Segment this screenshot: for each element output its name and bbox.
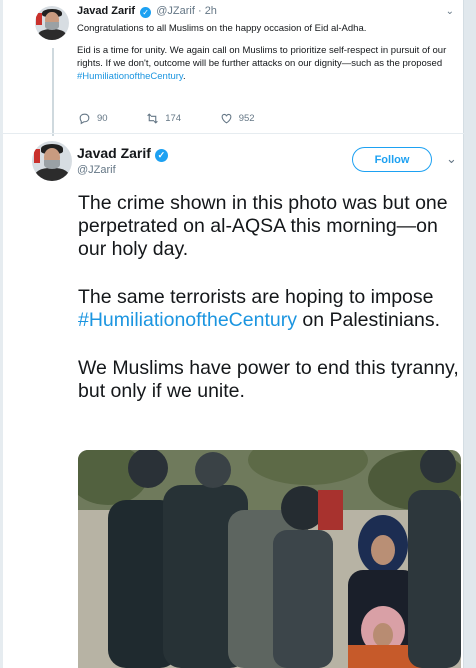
reply-count: 90 — [97, 113, 108, 124]
author-name-row: Javad Zarif ✓ — [77, 145, 170, 162]
separator-dot: · — [197, 5, 205, 17]
retweet-button[interactable]: 174 — [146, 112, 181, 125]
retweet-icon — [147, 113, 158, 124]
thread-connector — [52, 48, 54, 136]
chevron-down-icon[interactable]: ⌄ — [446, 151, 457, 167]
paragraph-text: The same terrorists are hoping to impose — [78, 286, 434, 308]
hashtag-link[interactable]: #HumiliationoftheCentury — [78, 309, 297, 331]
tweet-text: The crime shown in this photo was but on… — [78, 192, 470, 428]
paragraph-end: . — [182, 71, 186, 82]
author-name[interactable]: Javad Zarif — [77, 145, 151, 161]
tweet-paragraph: The same terrorists are hoping to impose… — [78, 286, 470, 332]
retweet-count: 174 — [165, 113, 182, 124]
tweet-detail: Javad Zarif ✓ @JZarif · 2h ⌄ Congratulat… — [0, 0, 476, 668]
follow-button[interactable]: Follow — [352, 147, 432, 172]
author-handle[interactable]: @JZarif — [77, 164, 116, 176]
tweet-header: Javad Zarif ✓ @JZarif · 2h — [77, 5, 217, 18]
tweet-paragraph: Congratulations to all Muslims on the ha… — [77, 23, 367, 34]
reply-button[interactable]: 90 — [78, 112, 108, 125]
author-handle[interactable]: @JZarif — [156, 5, 195, 17]
paragraph-end: on Palestinians. — [296, 309, 441, 331]
chevron-down-icon[interactable]: ⌄ — [446, 6, 454, 17]
like-count: 952 — [238, 113, 255, 124]
tweet-text: Congratulations to all Muslims on the ha… — [77, 22, 457, 92]
tweet-timestamp[interactable]: 2h — [205, 5, 217, 17]
like-icon — [221, 113, 232, 124]
reply-icon — [79, 113, 90, 125]
tweet-paragraph: We Muslims have power to end this tyrann… — [78, 357, 459, 402]
left-edge — [0, 0, 3, 668]
tweet-photo[interactable] — [78, 450, 461, 668]
tweet-paragraph: Eid is a time for unity. We again call o… — [77, 44, 457, 83]
paragraph-text: Eid is a time for unity. We again call o… — [77, 45, 447, 69]
verified-badge-icon: ✓ — [154, 149, 168, 162]
hashtag-link[interactable]: #HumiliationoftheCentury — [77, 71, 183, 82]
like-button[interactable]: 952 — [220, 112, 255, 125]
divider — [3, 133, 464, 134]
avatar[interactable] — [35, 6, 69, 40]
author-name[interactable]: Javad Zarif — [77, 5, 135, 17]
verified-badge-icon: ✓ — [140, 7, 152, 18]
avatar[interactable] — [32, 141, 72, 181]
tweet-actions: 90 174 952 — [78, 112, 291, 128]
photo-illustration — [78, 450, 461, 668]
tweet-paragraph: The crime shown in this photo was but on… — [78, 192, 448, 260]
